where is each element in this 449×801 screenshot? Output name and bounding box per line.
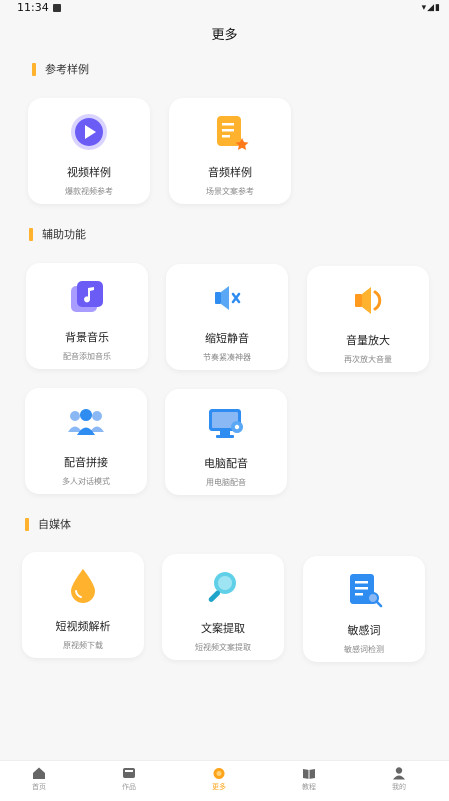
card-desc: 用电脑配音	[206, 478, 246, 487]
card-desc: 敏感词检测	[344, 645, 384, 654]
document-search-icon	[344, 570, 384, 610]
music-icon	[67, 277, 107, 317]
mute-speaker-icon	[207, 278, 247, 318]
profile-icon	[392, 765, 406, 780]
card-desc: 原视频下载	[63, 641, 103, 650]
book-icon	[302, 765, 316, 779]
system-icons: ▾◢▮	[421, 3, 441, 13]
bottom-tab-bar: 首页 作品 更多 教程 我的	[0, 760, 449, 801]
card-video-parse[interactable]: 短视频解析 原视频下载	[22, 552, 144, 658]
card-video-sample[interactable]: 视频样例 爆款视频参考	[28, 98, 150, 204]
card-name: 音频样例	[208, 166, 252, 179]
tab-home[interactable]: 首页	[9, 765, 69, 792]
tab-works[interactable]: 作品	[99, 765, 159, 792]
tab-tutorial[interactable]: 教程	[279, 765, 339, 792]
notification-icon	[53, 4, 61, 12]
card-name: 敏感词	[347, 624, 381, 637]
section-accent-bar	[29, 227, 33, 241]
section-header-reference: 参考样例	[32, 61, 89, 77]
card-name: 配音拼接	[64, 456, 108, 469]
tab-label: 我的	[392, 783, 406, 791]
tab-more[interactable]: 更多	[189, 765, 249, 792]
audio-document-icon	[210, 112, 250, 152]
card-name: 缩短静音	[205, 332, 249, 345]
card-background-music[interactable]: 背景音乐 配音添加音乐	[26, 263, 148, 369]
magnifier-icon	[203, 568, 243, 608]
video-play-icon	[69, 112, 109, 152]
card-desc: 短视频文案提取	[195, 643, 251, 652]
drop-icon	[63, 566, 103, 606]
card-dubbing-merge[interactable]: 配音拼接 多人对话模式	[25, 388, 147, 494]
tab-label: 首页	[32, 783, 46, 791]
section-accent-bar	[32, 62, 36, 76]
card-text-extract[interactable]: 文案提取 短视频文案提取	[162, 554, 284, 660]
tab-label: 教程	[302, 783, 316, 791]
section-title: 参考样例	[45, 63, 89, 76]
section-title: 辅助功能	[42, 228, 86, 241]
card-name: 电脑配音	[204, 457, 248, 470]
section-title: 自媒体	[38, 518, 71, 531]
card-name: 视频样例	[67, 166, 111, 179]
card-desc: 爆款视频参考	[65, 187, 113, 196]
volume-icon	[348, 280, 388, 320]
card-name: 背景音乐	[65, 331, 109, 344]
home-icon	[32, 765, 46, 779]
status-bar: 11:34 ▾◢▮	[0, 0, 449, 18]
card-desc: 场景文案参考	[206, 187, 254, 196]
card-desc: 节奏紧凑神器	[203, 353, 251, 362]
more-icon	[212, 765, 226, 779]
card-desc: 配音添加音乐	[63, 352, 111, 361]
card-name: 文案提取	[201, 622, 245, 635]
card-desc: 多人对话模式	[62, 477, 110, 486]
card-volume-boost[interactable]: 音量放大 再次放大音量	[307, 266, 429, 372]
card-desc: 再次放大音量	[344, 355, 392, 364]
people-icon	[66, 402, 106, 442]
page-title: 更多	[211, 28, 238, 43]
card-name: 短视频解析	[55, 620, 111, 633]
card-name: 音量放大	[346, 334, 390, 347]
card-shorten-silence[interactable]: 缩短静音 节奏紧凑神器	[166, 264, 288, 370]
tab-profile[interactable]: 我的	[369, 765, 429, 792]
card-audio-sample[interactable]: 音频样例 场景文案参考	[169, 98, 291, 204]
computer-icon	[206, 403, 246, 443]
section-header-assist: 辅助功能	[29, 226, 86, 242]
section-header-media: 自媒体	[25, 516, 71, 532]
card-sensitive-words[interactable]: 敏感词 敏感词检测	[303, 556, 425, 662]
status-time: 11:34	[17, 1, 49, 14]
card-pc-dubbing[interactable]: 电脑配音 用电脑配音	[165, 389, 287, 495]
section-accent-bar	[25, 517, 29, 531]
tab-label: 更多	[212, 783, 226, 791]
tab-label: 作品	[122, 783, 136, 791]
works-icon	[122, 765, 136, 779]
